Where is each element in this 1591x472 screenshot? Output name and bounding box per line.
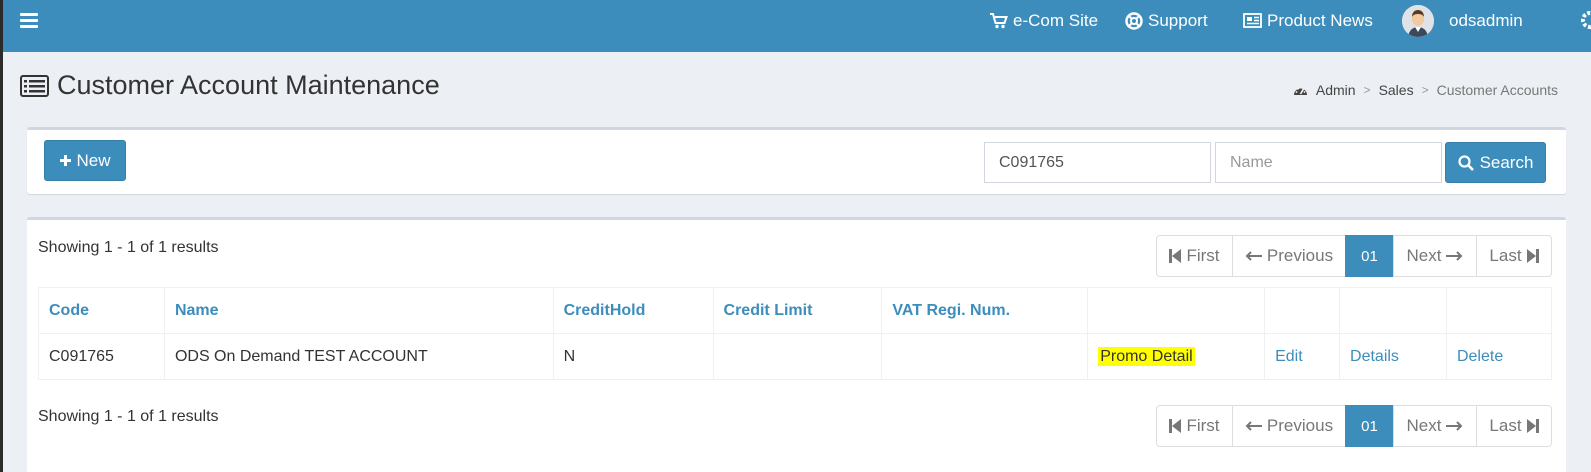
top-navbar: e-Com Site Support Product News odsadmin: [3, 0, 1591, 52]
pager-previous[interactable]: Previous: [1232, 405, 1346, 447]
col-details: [1339, 287, 1447, 334]
plus-icon: [60, 155, 72, 166]
cell-delete: Delete: [1445, 333, 1553, 380]
search-icon: [1457, 154, 1474, 171]
breadcrumb-separator: >: [1363, 83, 1371, 97]
breadcrumb-customer-accounts: Customer Accounts: [1436, 82, 1558, 98]
step-backward-icon: [1169, 249, 1182, 263]
col-code[interactable]: Code: [38, 287, 165, 334]
menu-toggle-icon[interactable]: [20, 13, 38, 28]
details-link[interactable]: Details: [1350, 348, 1399, 365]
nav-support[interactable]: Support: [1125, 0, 1208, 42]
pager-next[interactable]: Next: [1393, 405, 1477, 447]
gear-icon[interactable]: [1579, 9, 1591, 31]
results-summary-bottom: Showing 1 - 1 of 1 results: [38, 408, 219, 425]
pager-first-label: First: [1186, 416, 1220, 435]
page-title-text: Customer Account Maintenance: [57, 70, 440, 100]
edit-link[interactable]: Edit: [1275, 348, 1303, 365]
breadcrumb: Admin > Sales > Customer Accounts: [1293, 82, 1558, 98]
username-label: odsadmin: [1449, 11, 1523, 30]
user-menu[interactable]: odsadmin: [1402, 0, 1523, 42]
nav-ecom-label: e-Com Site: [1013, 11, 1099, 30]
toolbar-box: New C091765 Name Search: [27, 127, 1566, 194]
newspaper-icon: [1243, 13, 1262, 28]
step-forward-icon: [1526, 419, 1539, 433]
list-alt-icon: [20, 74, 49, 97]
pager-next-label: Next: [1406, 246, 1442, 265]
pager-last[interactable]: Last: [1476, 235, 1552, 277]
dashboard-icon: [1293, 87, 1307, 95]
pager-previous[interactable]: Previous: [1232, 235, 1346, 277]
col-vat[interactable]: VAT Regi. Num.: [881, 287, 1089, 334]
code-search-input[interactable]: C091765: [984, 142, 1211, 183]
search-button[interactable]: Search: [1445, 142, 1546, 183]
cell-details: Details: [1339, 333, 1447, 380]
pager-previous-label: Previous: [1266, 246, 1334, 265]
nav-ecom-site[interactable]: e-Com Site: [990, 0, 1098, 42]
breadcrumb-admin[interactable]: Admin: [1316, 82, 1356, 98]
pager-first[interactable]: First: [1156, 235, 1233, 277]
results-summary: Showing 1 - 1 of 1 results: [38, 239, 219, 256]
arrow-right-icon: [1446, 421, 1463, 431]
pager-page-current[interactable]: 01: [1345, 235, 1394, 277]
col-edit: [1264, 287, 1341, 334]
pager-last[interactable]: Last: [1476, 405, 1552, 447]
cell-name: ODS On Demand TEST ACCOUNT: [163, 333, 554, 380]
pager-previous-label: Previous: [1266, 416, 1334, 435]
arrow-left-icon: [1245, 251, 1262, 261]
cell-vat: [881, 333, 1089, 380]
arrow-left-icon: [1245, 421, 1262, 431]
pagination-bottom: First Previous 01 Next Last: [1156, 405, 1552, 447]
new-button[interactable]: New: [44, 140, 126, 181]
cell-promo: Promo Detail: [1087, 333, 1266, 380]
promo-detail-link[interactable]: Promo Detail: [1098, 346, 1195, 366]
col-delete: [1445, 287, 1553, 334]
nav-support-label: Support: [1148, 11, 1208, 30]
pager-last-label: Last: [1489, 246, 1522, 265]
breadcrumb-separator: >: [1421, 83, 1429, 97]
table-row: C091765 ODS On Demand TEST ACCOUNT N Pro…: [38, 333, 1553, 380]
breadcrumb-sales[interactable]: Sales: [1379, 82, 1414, 98]
nav-product-news[interactable]: Product News: [1242, 0, 1373, 42]
cell-credit-limit: [712, 333, 883, 380]
col-promo: [1087, 287, 1266, 334]
search-button-label: Search: [1479, 152, 1534, 172]
col-credit-hold[interactable]: CreditHold: [552, 287, 714, 334]
avatar: [1402, 5, 1434, 37]
pager-next-label: Next: [1406, 416, 1442, 435]
cell-edit: Edit: [1264, 333, 1341, 380]
nav-news-label: Product News: [1267, 11, 1373, 30]
pager-first-label: First: [1186, 246, 1220, 265]
results-box: Showing 1 - 1 of 1 results First Previou…: [27, 217, 1566, 472]
table-header-row: Code Name CreditHold Credit Limit VAT Re…: [38, 287, 1553, 334]
window-edge: [0, 0, 3, 472]
accounts-table: Code Name CreditHold Credit Limit VAT Re…: [38, 287, 1553, 380]
cell-code: C091765: [38, 333, 165, 380]
name-search-input[interactable]: Name: [1215, 142, 1442, 183]
cell-credit-hold: N: [552, 333, 714, 380]
pager-next[interactable]: Next: [1393, 235, 1477, 277]
lifebuoy-icon: [1125, 12, 1143, 30]
col-name[interactable]: Name: [163, 287, 554, 334]
delete-link[interactable]: Delete: [1457, 348, 1503, 365]
step-backward-icon: [1169, 419, 1182, 433]
pager-first[interactable]: First: [1156, 405, 1233, 447]
pagination: First Previous 01 Next Last: [1156, 235, 1552, 277]
col-credit-limit[interactable]: Credit Limit: [712, 287, 883, 334]
step-forward-icon: [1526, 249, 1539, 263]
pager-last-label: Last: [1489, 416, 1522, 435]
cart-icon: [990, 13, 1008, 29]
pager-page-current[interactable]: 01: [1345, 405, 1394, 447]
arrow-right-icon: [1446, 251, 1463, 261]
page-title: Customer Account Maintenance: [20, 70, 440, 101]
new-button-label: New: [76, 150, 111, 170]
